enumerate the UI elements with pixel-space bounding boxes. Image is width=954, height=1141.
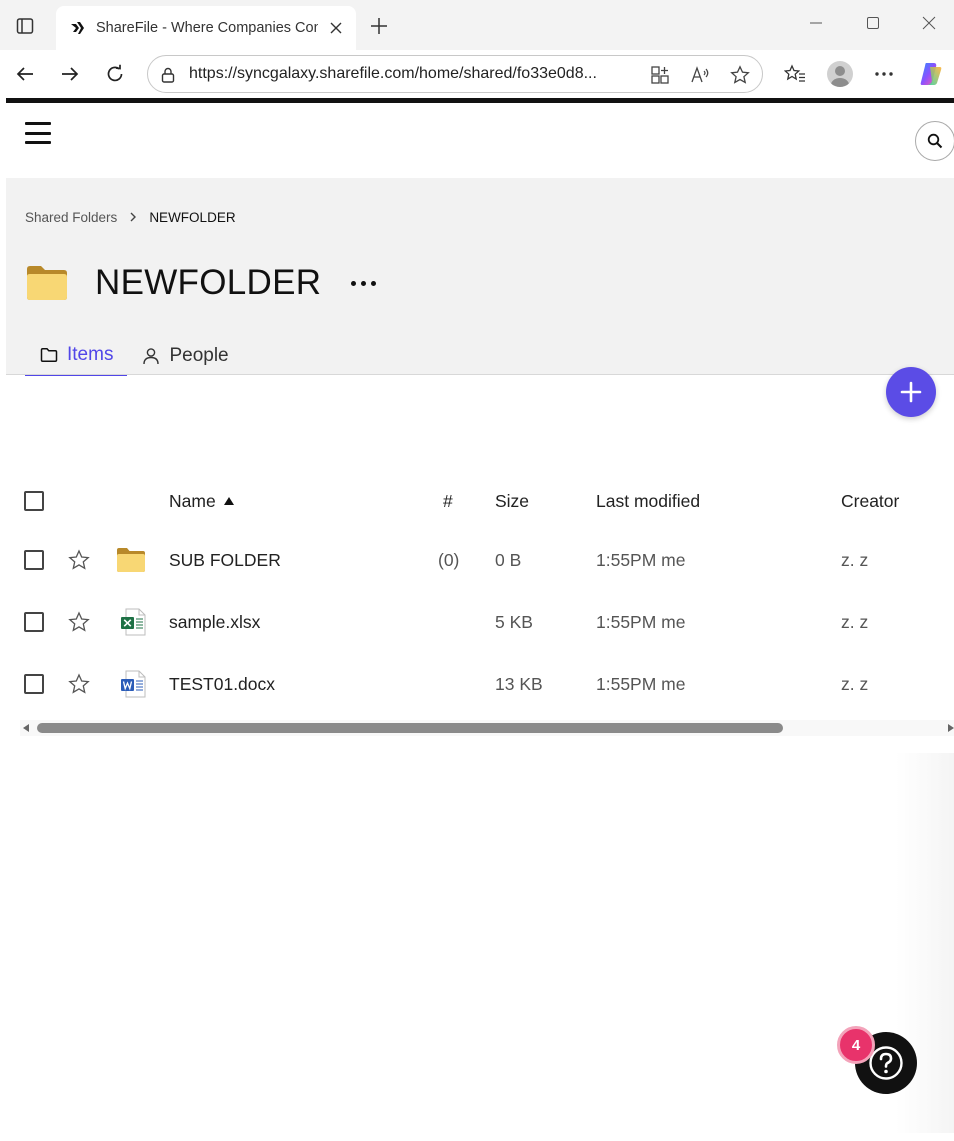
select-all-checkbox[interactable] — [24, 491, 44, 511]
item-count: (0) — [438, 549, 460, 570]
file-size: 5 KB — [495, 611, 533, 632]
page-viewport: Shared Folders NEWFOLDER NEWFOLDER Items — [6, 98, 954, 1134]
browser-tab[interactable]: ShareFile - Where Companies Connect — [56, 6, 356, 50]
word-file-icon — [120, 653, 146, 715]
app-available-icon[interactable] — [649, 64, 671, 86]
tab-people[interactable]: People — [127, 336, 242, 376]
breadcrumb-shared-folders[interactable]: Shared Folders — [25, 210, 117, 225]
column-header-count[interactable]: # — [443, 473, 453, 529]
url-text[interactable]: https://syncgalaxy.sharefile.com/home/sh… — [189, 65, 644, 83]
column-header-size[interactable]: Size — [495, 473, 529, 529]
horizontal-scrollbar[interactable] — [20, 720, 954, 736]
file-name[interactable]: TEST01.docx — [169, 653, 275, 715]
refresh-icon[interactable] — [100, 59, 130, 89]
window-close-icon[interactable] — [914, 10, 944, 36]
file-name[interactable]: SUB FOLDER — [169, 529, 281, 591]
tab-items[interactable]: Items — [25, 336, 128, 376]
column-header-name[interactable]: Name — [169, 473, 234, 529]
tab-people-label: People — [169, 345, 229, 366]
scroll-right-icon[interactable] — [948, 724, 954, 732]
table-header-row: Name # Size Last modified Creator — [6, 473, 954, 529]
lock-icon[interactable] — [159, 66, 177, 84]
folder-icon — [116, 529, 146, 591]
more-options-icon[interactable] — [869, 59, 899, 89]
folder-tabs: Items People — [25, 336, 243, 376]
new-tab-icon[interactable] — [366, 13, 392, 39]
folder-title-row: NEWFOLDER — [25, 258, 380, 308]
folder-header: Shared Folders NEWFOLDER NEWFOLDER Items — [6, 178, 954, 376]
page-title: NEWFOLDER — [95, 263, 322, 302]
table-row[interactable]: sample.xlsx 5 KB 1:55PM me z. z — [6, 591, 954, 653]
last-modified: 1:55PM me — [596, 549, 686, 570]
address-bar[interactable]: https://syncgalaxy.sharefile.com/home/sh… — [147, 55, 763, 93]
app-header — [6, 103, 954, 178]
last-modified: 1:55PM me — [596, 673, 686, 694]
file-size: 13 KB — [495, 673, 543, 694]
creator: z. z — [841, 549, 869, 570]
favorites-icon[interactable] — [780, 59, 810, 89]
browser-toolbar: https://syncgalaxy.sharefile.com/home/sh… — [0, 50, 954, 98]
forward-icon[interactable] — [55, 59, 85, 89]
star-icon[interactable] — [68, 591, 90, 653]
maximize-icon[interactable] — [858, 10, 888, 36]
file-name[interactable]: sample.xlsx — [169, 591, 260, 653]
file-size: 0 B — [495, 549, 522, 570]
hamburger-menu-icon[interactable] — [24, 119, 52, 147]
tab-divider — [6, 374, 954, 375]
excel-file-icon — [120, 591, 146, 653]
column-header-last-modified[interactable]: Last modified — [596, 473, 700, 529]
scrollbar-thumb[interactable] — [37, 723, 783, 733]
plus-icon — [900, 381, 922, 403]
table-row[interactable]: SUB FOLDER (0) 0 B 1:55PM me z. z — [6, 529, 954, 591]
table-row[interactable]: TEST01.docx 13 KB 1:55PM me z. z — [6, 653, 954, 715]
sharefile-favicon-icon — [68, 19, 86, 37]
search-button[interactable] — [915, 121, 954, 161]
chevron-right-icon — [129, 211, 137, 225]
tab-actions-icon[interactable] — [12, 13, 38, 39]
tab-close-icon[interactable] — [326, 18, 346, 38]
sort-ascending-icon — [223, 497, 234, 505]
row-checkbox[interactable] — [24, 550, 44, 570]
column-header-creator[interactable]: Creator — [841, 473, 899, 529]
creator: z. z — [841, 673, 869, 694]
browser-titlebar: ShareFile - Where Companies Connect — [0, 0, 954, 50]
folder-icon — [27, 266, 67, 300]
breadcrumb-current: NEWFOLDER — [149, 210, 236, 225]
star-icon[interactable] — [68, 529, 90, 591]
read-aloud-icon[interactable] — [689, 64, 711, 86]
copilot-icon[interactable] — [916, 59, 946, 89]
person-icon — [141, 346, 161, 366]
star-icon[interactable] — [68, 653, 90, 715]
minimize-icon[interactable] — [801, 10, 831, 36]
breadcrumb: Shared Folders NEWFOLDER — [25, 210, 236, 225]
profile-avatar-icon[interactable] — [825, 59, 855, 89]
tab-title: ShareFile - Where Companies Connect — [96, 20, 318, 36]
row-checkbox[interactable] — [24, 674, 44, 694]
tab-items-label: Items — [67, 344, 114, 365]
folder-outline-icon — [39, 345, 59, 365]
row-checkbox[interactable] — [24, 612, 44, 632]
scroll-left-icon[interactable] — [23, 724, 29, 732]
favorite-star-icon[interactable] — [729, 64, 751, 86]
last-modified: 1:55PM me — [596, 611, 686, 632]
search-icon — [927, 133, 943, 149]
back-icon[interactable] — [10, 59, 40, 89]
add-button[interactable] — [886, 367, 936, 417]
file-table: Name # Size Last modified Creator SUB FO… — [6, 473, 954, 715]
creator: z. z — [841, 611, 869, 632]
notification-badge[interactable]: 4 — [837, 1026, 875, 1064]
folder-more-options-button[interactable] — [347, 268, 380, 298]
